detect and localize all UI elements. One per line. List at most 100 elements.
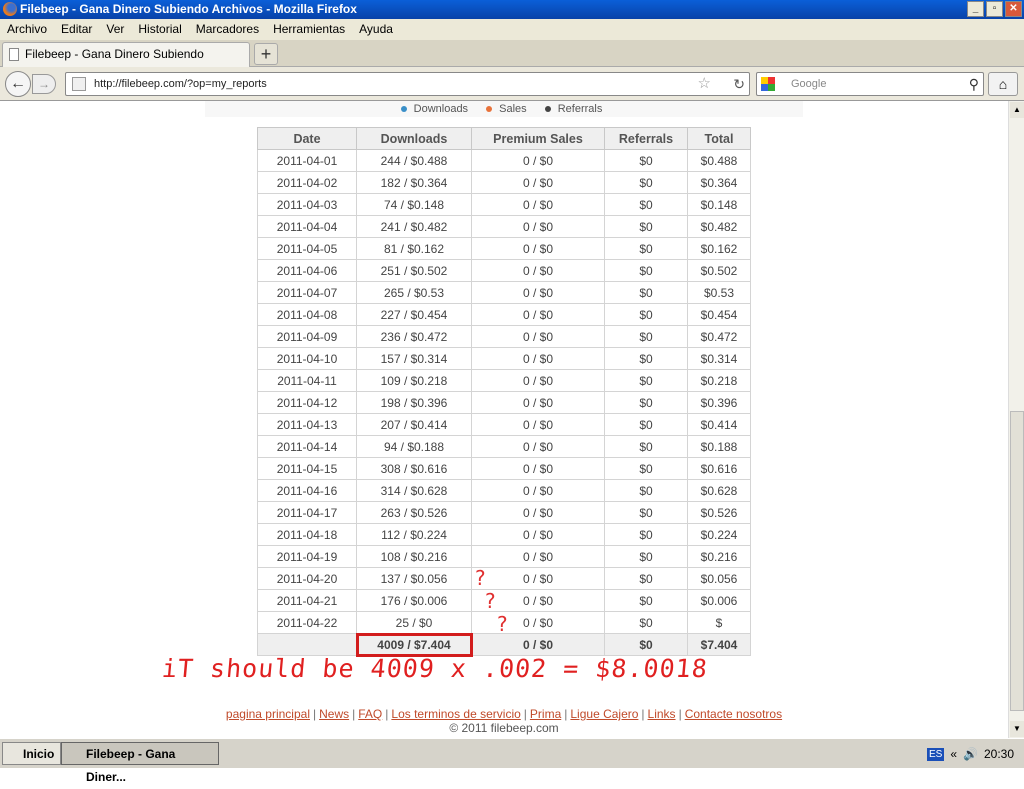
footer-link[interactable]: FAQ — [358, 707, 382, 721]
legend-referrals: Referrals — [544, 103, 608, 115]
footer-link[interactable]: News — [319, 707, 349, 721]
google-icon — [761, 77, 775, 91]
total-row: 4009 / $7.404 0 / $0 $0 $7.404 — [257, 632, 751, 657]
cell-premium-sales: 0 / $0 — [471, 457, 605, 480]
total-cell-premium-sales: 0 / $0 — [471, 633, 605, 656]
table-row: 2011-04-08 227 / $0.454 0 / $0 $0 $0.454 — [257, 303, 751, 326]
search-icon[interactable]: ⚲ — [969, 73, 979, 95]
menu-ver[interactable]: Ver — [106, 19, 124, 40]
legend-dot-icon — [486, 106, 493, 112]
table-row: 2011-04-10 157 / $0.314 0 / $0 $0 $0.314 — [257, 347, 751, 370]
start-label: Inicio — [23, 747, 55, 761]
close-button[interactable]: ✕ — [1005, 1, 1022, 17]
cell-date: 2011-04-19 — [257, 545, 357, 568]
footer: pagina principal | News | FAQ | Los terminos d… — [0, 707, 1008, 735]
cell-date: 2011-04-12 — [257, 391, 357, 414]
footer-link[interactable]: Contacte nosotros — [685, 707, 782, 721]
cell-total: $0.148 — [687, 193, 751, 216]
cell-premium-sales: 0 / $0 — [471, 611, 605, 634]
handwritten-note: iT should be 4009 x .002 = $8.0018 — [160, 654, 710, 683]
start-button[interactable]: Inicio — [2, 742, 62, 765]
footer-link[interactable]: Links — [648, 707, 676, 721]
cell-date: 2011-04-08 — [257, 303, 357, 326]
cell-total: $0.616 — [687, 457, 751, 480]
taskbar-firefox[interactable]: Filebeep - Gana Diner... — [61, 742, 219, 784]
tab-filebeep[interactable]: Filebeep - Gana Dinero Subiendo Archivos — [2, 42, 250, 83]
cell-referrals: $0 — [604, 237, 688, 260]
footer-link[interactable]: Los terminos de servicio — [391, 707, 520, 721]
back-button[interactable]: ← — [5, 71, 31, 97]
reload-icon[interactable]: ↻ — [733, 73, 745, 95]
menu-editar[interactable]: Editar — [61, 19, 92, 40]
cell-premium-sales: 0 / $0 — [471, 215, 605, 238]
cell-downloads: 25 / $0 — [356, 611, 472, 634]
vertical-scrollbar[interactable]: ▲ ▼ — [1008, 101, 1024, 738]
table-row: 2011-04-13 207 / $0.414 0 / $0 $0 $0.414 — [257, 413, 751, 436]
task-label: Filebeep - Gana Diner... — [86, 747, 176, 784]
cell-date: 2011-04-06 — [257, 259, 357, 282]
total-cell-total: $7.404 — [687, 633, 751, 656]
cell-total: $ — [687, 611, 751, 634]
menu-marcadores[interactable]: Marcadores — [196, 19, 259, 40]
page-content: Downloads Sales Referrals Date Downloads… — [0, 101, 1008, 738]
home-button[interactable]: ⌂ — [988, 72, 1018, 96]
volume-icon[interactable]: 🔊 — [963, 747, 978, 761]
cell-referrals: $0 — [604, 215, 688, 238]
minimize-button[interactable]: _ — [967, 1, 984, 17]
cell-total: $0.216 — [687, 545, 751, 568]
cell-downloads: 137 / $0.056 — [356, 567, 472, 590]
cell-date: 2011-04-14 — [257, 435, 357, 458]
menu-historial[interactable]: Historial — [138, 19, 181, 40]
cell-referrals: $0 — [604, 479, 688, 502]
cell-referrals: $0 — [604, 545, 688, 568]
menu-herramientas[interactable]: Herramientas — [273, 19, 345, 40]
page-icon — [9, 48, 19, 61]
header-premium-sales: Premium Sales — [471, 127, 605, 150]
language-indicator[interactable]: ES — [926, 747, 945, 761]
table-row: 2011-04-04 241 / $0.482 0 / $0 $0 $0.482 — [257, 215, 751, 238]
cell-downloads: 308 / $0.616 — [356, 457, 472, 480]
tray-expand-icon[interactable]: « — [950, 747, 957, 761]
cell-total: $0.396 — [687, 391, 751, 414]
header-downloads: Downloads — [356, 127, 472, 150]
cell-referrals: $0 — [604, 567, 688, 590]
cell-date: 2011-04-01 — [257, 149, 357, 172]
url-bar[interactable]: http://filebeep.com/?op=my_reports ☆ ↻ — [65, 72, 750, 96]
cell-premium-sales: 0 / $0 — [471, 303, 605, 326]
cell-date: 2011-04-18 — [257, 523, 357, 546]
forward-button[interactable]: → — [32, 74, 56, 94]
cell-referrals: $0 — [604, 413, 688, 436]
table-row: 2011-04-03 74 / $0.148 0 / $0 $0 $0.148 — [257, 193, 751, 216]
bookmark-star-icon[interactable]: ☆ — [698, 73, 711, 95]
footer-separator: | — [352, 707, 356, 721]
footer-link[interactable]: Prima — [530, 707, 561, 721]
footer-separator: | — [678, 707, 682, 721]
table-row: 2011-04-20 137 / $0.056 0 / $0 $0 $0.056 — [257, 567, 751, 590]
cell-downloads: 109 / $0.218 — [356, 369, 472, 392]
cell-total: $0.526 — [687, 501, 751, 524]
table-row: 2011-04-09 236 / $0.472 0 / $0 $0 $0.472 — [257, 325, 751, 348]
search-bar[interactable]: Google ⚲ — [756, 72, 984, 96]
scroll-up-arrow[interactable]: ▲ — [1010, 102, 1024, 118]
cell-referrals: $0 — [604, 325, 688, 348]
new-tab-button[interactable]: + — [254, 43, 278, 65]
scroll-thumb[interactable] — [1010, 411, 1024, 711]
cell-downloads: 314 / $0.628 — [356, 479, 472, 502]
cell-date: 2011-04-15 — [257, 457, 357, 480]
legend-label: Referrals — [557, 103, 603, 115]
title-bar: Filebeep - Gana Dinero Subiendo Archivos… — [0, 0, 1024, 19]
maximize-button[interactable]: ▫ — [986, 1, 1003, 17]
menu-archivo[interactable]: Archivo — [7, 19, 47, 40]
cell-premium-sales: 0 / $0 — [471, 193, 605, 216]
system-tray: ES « 🔊 20:30 — [926, 741, 1024, 767]
search-placeholder: Google — [791, 78, 827, 90]
menu-ayuda[interactable]: Ayuda — [359, 19, 393, 40]
cell-total: $0.53 — [687, 281, 751, 304]
footer-link[interactable]: Ligue Cajero — [570, 707, 638, 721]
footer-link[interactable]: pagina principal — [226, 707, 310, 721]
legend-label: Downloads — [413, 103, 469, 115]
cell-premium-sales: 0 / $0 — [471, 545, 605, 568]
cell-total: $0.364 — [687, 171, 751, 194]
table-row: 2011-04-07 265 / $0.53 0 / $0 $0 $0.53 — [257, 281, 751, 304]
scroll-down-arrow[interactable]: ▼ — [1010, 721, 1024, 737]
